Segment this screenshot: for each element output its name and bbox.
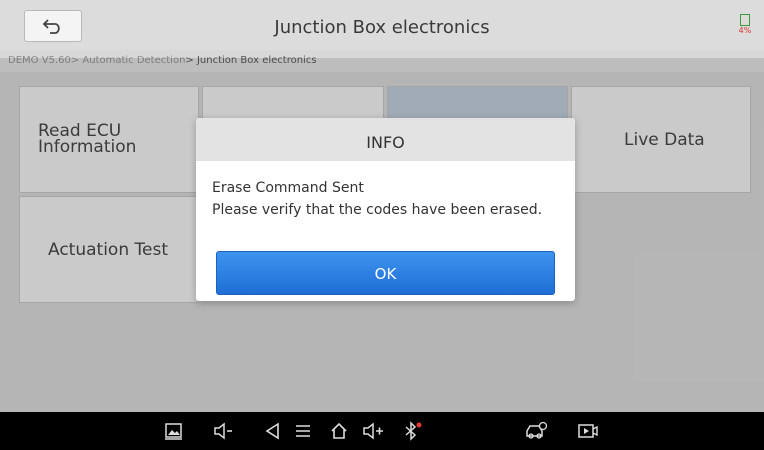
info-dialog: INFO Erase Command Sent Please verify th…: [196, 118, 575, 301]
dialog-message-line2: Please verify that the codes have been e…: [212, 202, 543, 218]
dialog-message-line1: Erase Command Sent: [212, 180, 364, 196]
home-icon[interactable]: [325, 412, 353, 450]
battery-level: 4%: [738, 26, 752, 35]
dialog-title: INFO: [196, 118, 575, 161]
dialog-message: Erase Command Sent Please verify that th…: [212, 177, 542, 221]
vehicle-icon[interactable]: [521, 412, 551, 450]
volume-up-icon[interactable]: [359, 412, 389, 450]
screenshot-icon[interactable]: [160, 412, 188, 450]
battery-icon: [740, 14, 750, 26]
battery-indicator: 4%: [738, 14, 752, 35]
bluetooth-icon[interactable]: [398, 412, 426, 450]
system-nav-bar: [0, 412, 764, 450]
menu-icon[interactable]: [289, 412, 317, 450]
screen-record-icon[interactable]: [574, 412, 602, 450]
back-nav-icon[interactable]: [259, 412, 287, 450]
volume-down-icon[interactable]: [209, 412, 239, 450]
page-title: Junction Box electronics: [274, 17, 490, 38]
ok-button[interactable]: OK: [216, 251, 555, 295]
